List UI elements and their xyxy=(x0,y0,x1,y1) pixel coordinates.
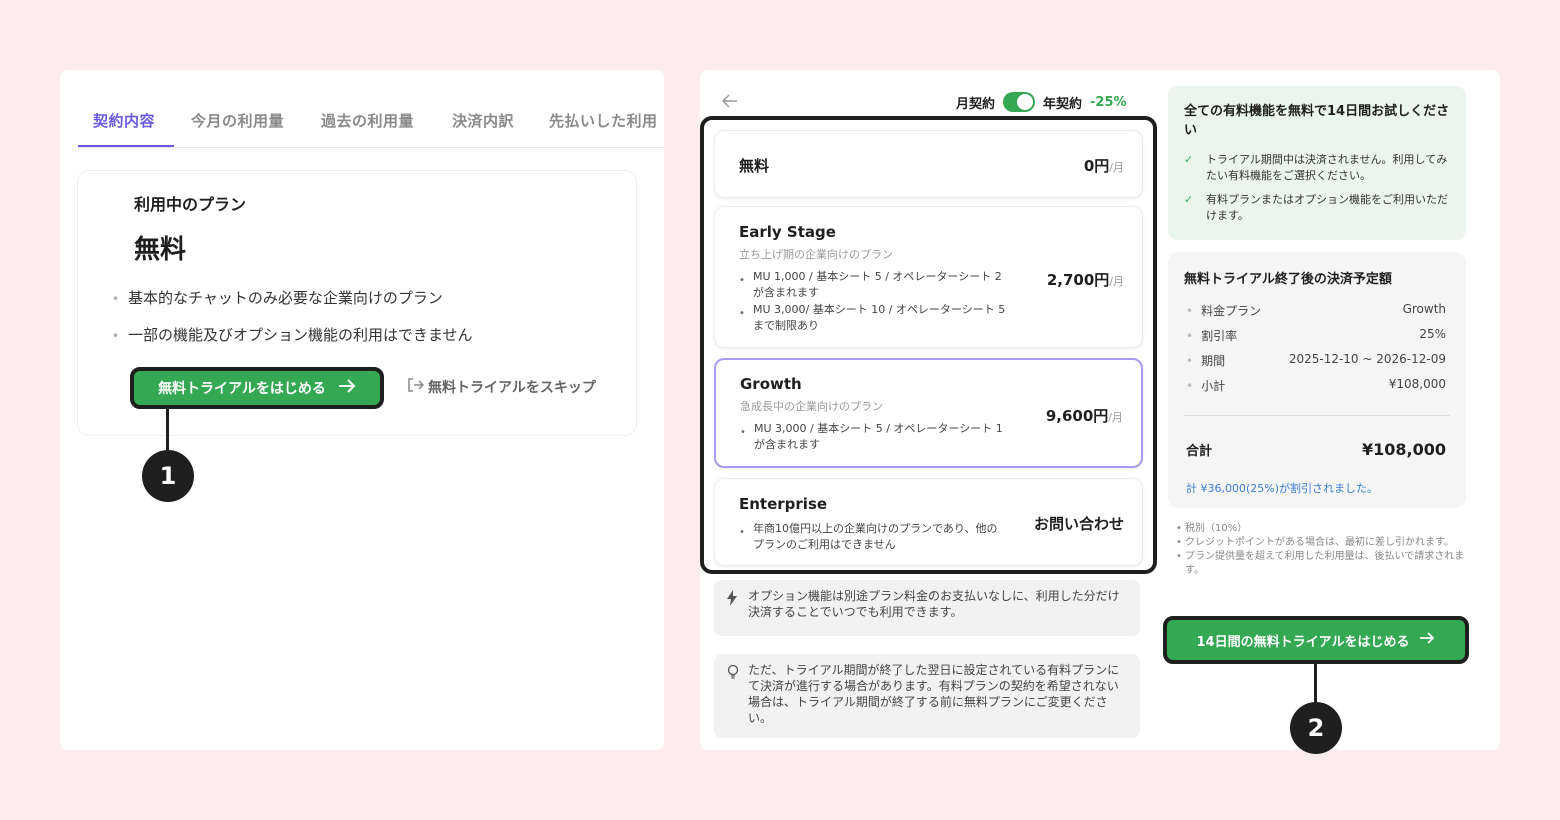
tab-this-month-usage[interactable]: 今月の利用量 xyxy=(191,110,284,131)
plan-price: 9,600円/月 xyxy=(1045,407,1123,425)
tab-prepaid-usage[interactable]: 先払いした利用 xyxy=(549,110,658,131)
arrow-right-icon xyxy=(338,379,356,397)
check-icon: ✓ xyxy=(1184,153,1194,166)
divider xyxy=(1184,415,1450,416)
plan-name: Enterprise xyxy=(739,495,828,513)
plan-option-growth[interactable]: Growth 急成長中の企業向けのプラン MU 3,000 / 基本シート 5 … xyxy=(714,358,1143,468)
tab-bar: 契約内容 今月の利用量 過去の利用量 決済内訳 先払いした利用 xyxy=(78,98,664,148)
plan-feature: 年商10億円以上の企業向けのプランであり、他のプランのご利用はできません xyxy=(739,521,1007,553)
option-info-text: オプション機能は別途プラン料金のお支払いなしに、利用した分だけ決済することでいつ… xyxy=(748,589,1120,619)
plan-list: 無料 0円/月 Early Stage 立ち上げ期の企業向けのプラン MU 1,… xyxy=(700,116,1157,574)
current-plan-card: 利用中のプラン 無料 • 基本的なチャットのみ必要な企業向けのプラン • 一部の機能… xyxy=(77,170,637,436)
discount-note: 計 ¥36,000(25%)が割引されました。 xyxy=(1186,482,1379,495)
plan-feature: MU 3,000 / 基本シート 5 / オペレーターシート 1が含まれます xyxy=(740,421,1008,453)
current-plan-name: 無料 xyxy=(134,235,187,265)
plan-option-free[interactable]: 無料 0円/月 xyxy=(714,130,1143,198)
callout-line xyxy=(166,409,169,455)
plan-option-enterprise[interactable]: Enterprise 年商10億円以上の企業向けのプランであり、他のプランのご利… xyxy=(714,478,1143,566)
trial-box-title: 全ての有料機能を無料で14日間お試しください xyxy=(1184,104,1450,138)
yearly-label: 年契約 xyxy=(1043,96,1083,112)
plan-selection-panel: 月契約 年契約 -25% 無料 0円/月 Early Stage 立ち上げ期の企… xyxy=(700,70,1500,750)
plan-price: お問い合わせ xyxy=(1033,515,1124,533)
note-item: クレジットポイントがある場合は、最初に差し引かれます。 xyxy=(1176,536,1466,550)
plan-bullet: • 基本的なチャットのみ必要な企業向けのプラン xyxy=(112,289,443,307)
summary-row: 小計¥108,000 xyxy=(1186,377,1446,394)
summary-total: 合計 ¥108,000 xyxy=(1186,440,1446,459)
check-icon: ✓ xyxy=(1184,193,1194,206)
lightning-icon xyxy=(726,590,738,611)
plan-option-early-stage[interactable]: Early Stage 立ち上げ期の企業向けのプラン MU 1,000 / 基本… xyxy=(714,206,1143,348)
trial-warning-box: ただ、トライアル期間が終了した翌日に設定されている有料プランにて決済が進行する場… xyxy=(714,654,1140,738)
tab-past-usage[interactable]: 過去の利用量 xyxy=(321,110,414,131)
exit-icon xyxy=(408,378,425,396)
monthly-label: 月契約 xyxy=(956,96,996,112)
plan-subtitle: 急成長中の企業向けのプラン xyxy=(740,400,883,413)
active-tab-indicator xyxy=(78,145,174,147)
yearly-discount-badge: -25% xyxy=(1090,94,1127,110)
callout-line xyxy=(1314,664,1317,706)
plan-price: 0円/月 xyxy=(1083,157,1124,175)
tax-notes: 税別（10%） クレジットポイントがある場合は、最初に差し引かれます。 プラン提… xyxy=(1176,522,1466,578)
trial-box-item: ✓ トライアル期間中は決済されません。利用してみたい有料機能をご選択ください。 xyxy=(1184,153,1448,182)
start-trial-button[interactable]: 無料トライアルをはじめる xyxy=(130,367,384,409)
summary-row: 料金プランGrowth xyxy=(1186,302,1446,319)
note-item: プラン提供量を超えて利用した利用量は、後払いで請求されます。 xyxy=(1176,550,1466,578)
payment-summary-box: 無料トライアル終了後の決済予定額 料金プランGrowth 割引率25% 期間20… xyxy=(1168,252,1466,508)
skip-trial-button[interactable]: 無料トライアルをスキップ xyxy=(408,377,596,397)
callout-badge-2: 2 xyxy=(1290,702,1342,754)
billing-toggle-row: 月契約 年契約 -25% xyxy=(956,92,1127,112)
arrow-right-icon xyxy=(1419,632,1435,648)
plan-bullet: • 一部の機能及びオプション機能の利用はできません xyxy=(112,326,473,344)
plan-name: Early Stage xyxy=(739,223,836,241)
option-info-box: オプション機能は別途プラン料金のお支払いなしに、利用した分だけ決済することでいつ… xyxy=(714,580,1140,636)
free-trial-box: 全ての有料機能を無料で14日間お試しください ✓ トライアル期間中は決済されません… xyxy=(1168,86,1466,240)
plan-feature: MU 3,000/ 基本シート 10 / オペレーターシート 5まで制限あり xyxy=(739,302,1007,334)
callout-badge-1: 1 xyxy=(142,450,194,502)
tab-payment-details[interactable]: 決済内訳 xyxy=(452,110,514,131)
back-arrow-icon[interactable] xyxy=(721,92,738,113)
plan-name: 無料 xyxy=(739,157,770,175)
lightbulb-icon xyxy=(726,664,740,685)
plan-price: 2,700円/月 xyxy=(1046,271,1124,289)
summary-row: 期間2025-12-10 ~ 2026-12-09 xyxy=(1186,352,1446,369)
summary-row: 割引率25% xyxy=(1186,327,1446,344)
trial-warning-text: ただ、トライアル期間が終了した翌日に設定されている有料プランにて決済が進行する場… xyxy=(748,663,1120,725)
current-plan-label: 利用中のプラン xyxy=(134,195,247,214)
contract-panel: 契約内容 今月の利用量 過去の利用量 決済内訳 先払いした利用 利用中のプラン … xyxy=(60,70,664,750)
start-14day-trial-button[interactable]: 14日間の無料トライアルをはじめる xyxy=(1163,616,1469,664)
billing-toggle-switch[interactable] xyxy=(1003,92,1036,112)
tab-contract[interactable]: 契約内容 xyxy=(93,110,155,131)
plan-feature: MU 1,000 / 基本シート 5 / オペレーターシート 2が含まれます xyxy=(739,269,1007,301)
trial-box-item: ✓ 有料プランまたはオプション機能をご利用いただけます。 xyxy=(1184,193,1448,222)
summary-title: 無料トライアル終了後の決済予定額 xyxy=(1184,272,1392,287)
plan-subtitle: 立ち上げ期の企業向けのプラン xyxy=(739,248,893,261)
note-item: 税別（10%） xyxy=(1176,522,1466,536)
plan-name: Growth xyxy=(740,375,802,393)
